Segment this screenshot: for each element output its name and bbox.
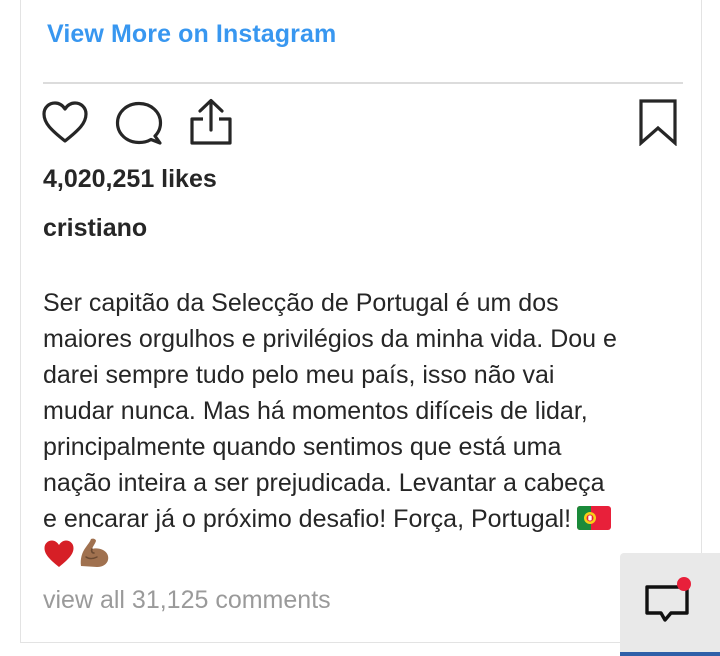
instagram-embed-card: View More on Instagram 4,020,251 likes c… [20, 0, 702, 643]
bookmark-icon[interactable] [638, 98, 678, 146]
view-more-on-instagram-link[interactable]: View More on Instagram [47, 20, 336, 49]
divider [43, 82, 683, 84]
caption-line: mudar nunca. Mas há momentos difíceis de… [43, 397, 588, 425]
chat-widget-accent-bar [620, 652, 720, 656]
portugal-flag-emoji [577, 506, 612, 530]
red-heart-emoji [44, 540, 74, 567]
caption-line: maiores orgulhos e privilégios da minha … [43, 325, 617, 353]
caption-line: nação inteira a ser prejudicada. Levanta… [43, 469, 605, 497]
caption-line: darei sempre tudo pelo meu país, isso nã… [43, 361, 555, 389]
chat-bubble-icon [645, 577, 691, 622]
post-username[interactable]: cristiano [43, 214, 147, 243]
share-upload-icon[interactable] [187, 97, 235, 147]
caption-line-last: e encarar já o próximo desafio! Força, P… [43, 501, 683, 537]
chat-widget-button[interactable] [620, 553, 720, 656]
page: View More on Instagram 4,020,251 likes c… [0, 0, 720, 656]
view-all-comments-link[interactable]: view all 31,125 comments [43, 586, 331, 615]
notification-dot [677, 577, 691, 591]
caption-emoji-line [43, 537, 683, 574]
likes-count[interactable]: 4,020,251 likes [43, 165, 217, 194]
comment-bubble-icon[interactable] [115, 100, 163, 146]
heart-icon[interactable] [41, 100, 89, 144]
post-caption: Ser capitão da Selecção de Portugal é um… [43, 285, 683, 574]
caption-line: Ser capitão da Selecção de Portugal é um… [43, 289, 559, 317]
caption-line-text: e encarar já o próximo desafio! Força, P… [43, 505, 572, 533]
flexed-biceps-emoji [80, 538, 109, 567]
caption-line: principalmente quando sentimos que está … [43, 433, 562, 461]
